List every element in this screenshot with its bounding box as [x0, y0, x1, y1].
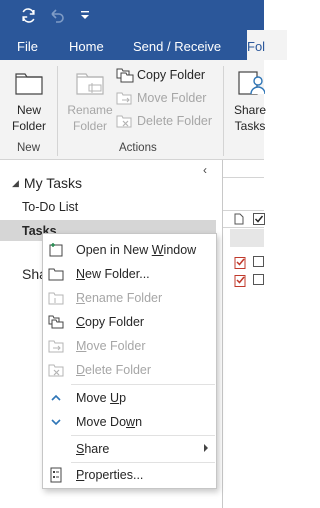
- share-tasks-line2: Tasks: [234, 119, 266, 133]
- menu-item-new-folder[interactable]: New Folder...: [43, 262, 216, 286]
- menu-separator: [71, 435, 215, 436]
- folder-context-menu: Open in New Window New Folder... Rename …: [42, 233, 217, 489]
- rename-folder-line2: Folder: [72, 119, 107, 133]
- expand-triangle-icon[interactable]: ◢: [12, 178, 19, 189]
- submenu-arrow-icon: [204, 444, 208, 452]
- menu-label: Copy Folder: [76, 315, 145, 329]
- new-folder-icon: [48, 266, 64, 282]
- move-folder-icon: [48, 338, 64, 354]
- menu-label: Move Up: [76, 391, 127, 405]
- undo-icon[interactable]: [48, 7, 65, 27]
- move-folder-label: Move Folder: [137, 91, 207, 105]
- copy-folder-label: Copy Folder: [137, 68, 206, 82]
- my-tasks-label: My Tasks: [23, 175, 83, 191]
- task-icon: [234, 274, 247, 290]
- menu-label: Share: [76, 442, 110, 456]
- menu-label: Rename Folder: [76, 291, 163, 305]
- collapse-pane-icon[interactable]: ‹: [203, 163, 207, 177]
- delete-folder-icon: [48, 362, 64, 378]
- menu-item-rename-folder[interactable]: Rename Folder: [43, 286, 216, 310]
- menu-item-share[interactable]: Share: [43, 437, 216, 461]
- open-new-window-icon: [48, 242, 64, 258]
- menu-label: Delete Folder: [76, 363, 152, 377]
- document-icon[interactable]: [234, 213, 244, 228]
- task-complete-checkbox[interactable]: [253, 274, 264, 285]
- copy-folder-icon: [116, 68, 134, 83]
- copy-folder-ribbon-button[interactable]: Copy Folder: [116, 65, 205, 85]
- list-header-line: [223, 177, 264, 178]
- ribbon-tabs: File Home Send / Receive: [0, 30, 264, 60]
- ribbon: New Folder New Rename Folder Copy Folder: [0, 60, 266, 160]
- sync-icon[interactable]: [20, 7, 37, 27]
- delete-folder-icon: [116, 115, 132, 128]
- move-folder-ribbon-button[interactable]: Move Folder: [116, 88, 206, 108]
- menu-separator: [71, 384, 215, 385]
- menu-item-move-up[interactable]: Move Up: [43, 386, 216, 410]
- share-tasks-button[interactable]: Share Tasks: [230, 68, 270, 134]
- task-icon: [234, 256, 247, 272]
- rename-folder-icon: [48, 290, 64, 306]
- chevron-down-icon: [48, 414, 64, 430]
- tab-folder[interactable]: Fol: [247, 30, 287, 60]
- customize-quick-access-icon[interactable]: [80, 9, 90, 24]
- tab-file[interactable]: File: [17, 39, 38, 54]
- task-complete-checkbox[interactable]: [253, 256, 264, 267]
- column-header-bar: [223, 210, 265, 228]
- tab-send-receive[interactable]: Send / Receive: [133, 39, 221, 54]
- delete-folder-ribbon-button[interactable]: Delete Folder: [116, 111, 212, 131]
- new-folder-button[interactable]: New Folder: [8, 68, 50, 134]
- menu-label: Move Down: [76, 415, 143, 429]
- share-tasks-line1: Share: [233, 103, 267, 117]
- new-folder-line1: New: [16, 103, 41, 117]
- menu-item-copy-folder[interactable]: Copy Folder: [43, 310, 216, 334]
- menu-label: Move Folder: [76, 339, 146, 353]
- group-label-new: New: [17, 142, 41, 154]
- move-folder-icon: [116, 92, 132, 105]
- new-folder-icon: [8, 68, 50, 100]
- menu-item-open-in-new-window[interactable]: Open in New Window: [43, 238, 216, 262]
- copy-folder-icon: [48, 314, 64, 330]
- rename-folder-button[interactable]: Rename Folder: [64, 68, 116, 134]
- rename-folder-icon: [64, 68, 116, 100]
- menu-item-move-folder[interactable]: Move Folder: [43, 334, 216, 358]
- share-tasks-icon: [230, 68, 270, 100]
- menu-item-delete-folder[interactable]: Delete Folder: [43, 358, 216, 382]
- menu-item-move-down[interactable]: Move Down: [43, 410, 216, 434]
- chevron-up-icon: [48, 390, 64, 406]
- tab-home[interactable]: Home: [69, 39, 104, 54]
- group-label-actions: Actions: [119, 142, 157, 154]
- nav-item-todo-list[interactable]: To-Do List: [22, 200, 78, 214]
- properties-icon: [48, 467, 64, 483]
- complete-checkbox-header-icon[interactable]: [253, 213, 265, 228]
- menu-label: Properties...: [76, 468, 144, 482]
- my-tasks-header[interactable]: ◢ My Tasks: [12, 175, 82, 191]
- rename-folder-line1: Rename: [67, 103, 113, 117]
- new-folder-line2: Folder: [11, 119, 46, 133]
- menu-label: Open in New Window: [76, 243, 197, 257]
- menu-label: New Folder...: [76, 267, 150, 281]
- delete-folder-label: Delete Folder: [137, 114, 213, 128]
- task-group-row[interactable]: [230, 229, 264, 247]
- menu-item-properties[interactable]: Properties...: [43, 463, 216, 487]
- group-separator: [223, 66, 224, 156]
- group-separator: [57, 66, 58, 156]
- title-bar: [0, 0, 264, 30]
